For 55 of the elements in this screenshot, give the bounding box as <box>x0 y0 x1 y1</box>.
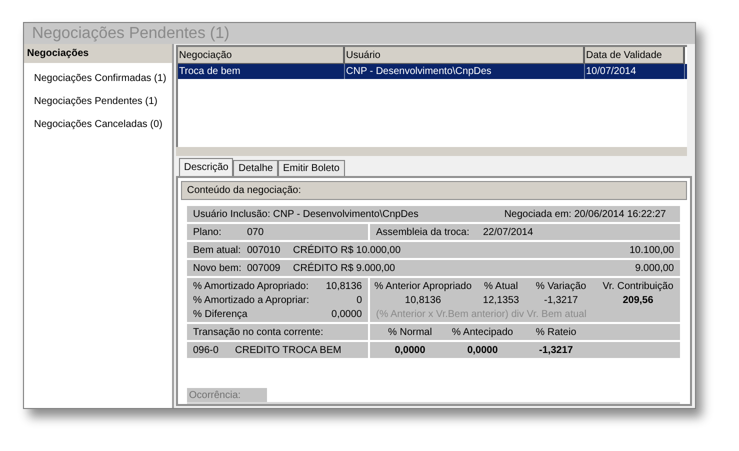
user-text: Usuário Inclusão: CNP - Desenvolvimento\CnpDes <box>193 208 418 222</box>
tab[interactable]: Descrição <box>179 158 234 176</box>
column-header[interactable]: Negociação <box>178 47 345 64</box>
comparison-header: Vr. Contribuição <box>602 280 674 294</box>
tab[interactable]: Detalhe <box>233 160 278 176</box>
asset-label: Novo bem: <box>193 262 242 276</box>
amortization-value: 10,8136 <box>326 280 362 294</box>
comparison-value: -1,3217 <box>543 294 579 308</box>
transaction-code: 096-0 <box>193 344 220 358</box>
table-cell: 10/07/2014 <box>585 64 685 79</box>
plan-value: 070 <box>247 226 264 240</box>
transaction-header: % Antecipado <box>450 326 514 340</box>
transaction-value: 0,0000 <box>466 344 499 358</box>
transaction-value: 0,0000 <box>394 344 426 358</box>
negotiated-date-text: Negociada em: 20/06/2014 16:22:27 <box>504 208 667 222</box>
column-header[interactable]: Usuário <box>345 47 585 64</box>
amortization-value: 0,0000 <box>331 308 362 322</box>
tab[interactable]: Emitir Boleto <box>278 160 345 176</box>
assembly-date: 22/07/2014 <box>483 226 534 240</box>
comparison-value: 209,56 <box>622 294 654 308</box>
assembly-label: Assembleia da troca: <box>376 226 470 240</box>
window-title: Negociações Pendentes (1) <box>32 26 230 42</box>
comparison-header: % Atual <box>483 280 519 294</box>
comparison-value: 10,8136 <box>404 294 442 308</box>
sidebar-item[interactable]: Negociações Canceladas (0) <box>34 117 172 132</box>
table-cell: Troca de bem <box>178 64 345 79</box>
plan-label: Plano: <box>193 226 222 240</box>
column-header[interactable]: Data de Validade <box>585 47 685 64</box>
sidebar-header: Negociações <box>24 44 172 63</box>
transaction-header: % Rateio <box>534 326 578 340</box>
comparison-header: % Anterior Apropriado <box>373 280 473 294</box>
amortization-label: % Amortizado Apropriado: <box>193 280 309 294</box>
asset-label: Bem atual: <box>193 244 242 258</box>
transaction-value: -1,3217 <box>538 344 574 358</box>
table-row[interactable]: Troca de bem CNP - Desenvolvimento\CnpDes 10/07/2014 <box>178 64 687 79</box>
transaction-header: % Normal <box>387 326 433 340</box>
amortization-label: % Amortizado a Apropriar: <box>193 294 310 308</box>
amortization-label: % Diferença <box>193 308 248 322</box>
asset-code: 007009 <box>247 262 282 276</box>
asset-code: 007010 <box>247 244 282 258</box>
occurrence-label: Ocorrência: <box>187 388 267 402</box>
comparison-header: % Variação <box>534 280 588 294</box>
asset-credit: CRÉDITO R$ 9.000,00 <box>293 261 396 276</box>
comparison-value: 12,1353 <box>482 294 520 308</box>
sidebar-item[interactable]: Negociações Pendentes (1) <box>34 94 172 109</box>
sidebar-item[interactable]: Negociações Confirmadas (1) <box>34 71 172 86</box>
asset-amount: 9.000,00 <box>635 262 674 276</box>
section-header: Conteúdo da negociação: <box>181 181 687 200</box>
transaction-label: Transação no conta corrente: <box>193 326 324 340</box>
transaction-description: CREDITO TROCA BEM <box>235 344 342 358</box>
asset-credit: CRÉDITO R$ 10.000,00 <box>293 243 402 258</box>
table-cell: CNP - Desenvolvimento\CnpDes <box>345 64 585 79</box>
amortization-value: 0 <box>356 294 362 308</box>
formula-note: (% Anterior x Vr.Bem anterior) div Vr. Bem atual <box>375 308 588 321</box>
asset-amount: 10.100,00 <box>630 244 674 258</box>
